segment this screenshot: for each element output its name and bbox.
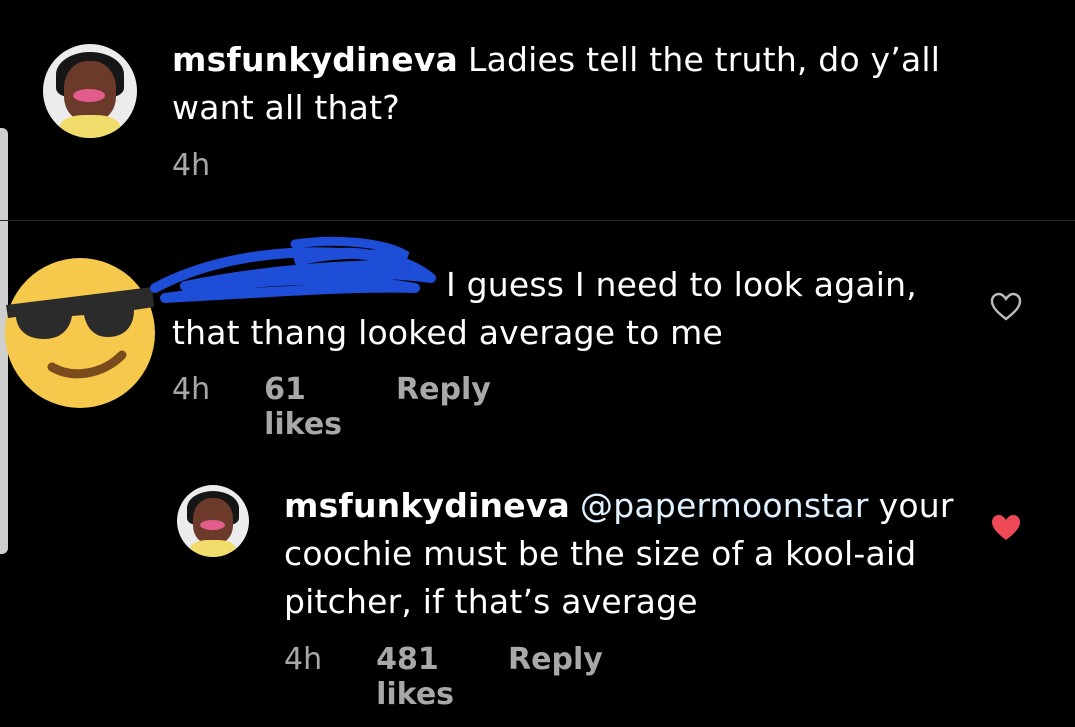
mention-link[interactable]: @papermoonstar xyxy=(580,486,869,525)
avatar[interactable] xyxy=(43,44,137,138)
username[interactable]: msfunkydineva xyxy=(284,486,570,525)
timestamp[interactable]: 4h xyxy=(172,148,210,183)
comment-text: msfunkydineva Ladies tell the truth, do y… xyxy=(172,36,962,132)
avatar-lips xyxy=(200,519,225,530)
comment-body: I guess I need to look again, that thang… xyxy=(172,265,917,352)
heart-outline-icon[interactable] xyxy=(989,292,1023,322)
reply-button[interactable]: Reply xyxy=(508,642,603,712)
likes-count[interactable]: 481 likes xyxy=(376,642,454,712)
avatar-shirt xyxy=(59,115,121,138)
comment-text: I guess I need to look again, that thang… xyxy=(172,261,952,357)
comment-text: msfunkydineva @papermoonstar your coochie … xyxy=(284,482,953,626)
sunglasses-emoji-icon[interactable] xyxy=(2,255,157,410)
divider xyxy=(0,220,1075,221)
reply-button[interactable]: Reply xyxy=(396,372,491,442)
avatar[interactable] xyxy=(177,485,249,557)
timestamp[interactable]: 4h xyxy=(172,372,210,442)
avatar-shirt xyxy=(189,539,237,557)
comment-meta: 4h 481 likes Reply xyxy=(284,642,603,712)
username[interactable]: msfunkydineva xyxy=(172,40,458,79)
comment-meta: 4h xyxy=(172,148,210,183)
comment-meta: 4h 61 likes Reply xyxy=(172,372,491,442)
likes-count[interactable]: 61 likes xyxy=(264,372,342,442)
timestamp[interactable]: 4h xyxy=(284,642,322,712)
heart-filled-icon[interactable] xyxy=(989,513,1023,543)
